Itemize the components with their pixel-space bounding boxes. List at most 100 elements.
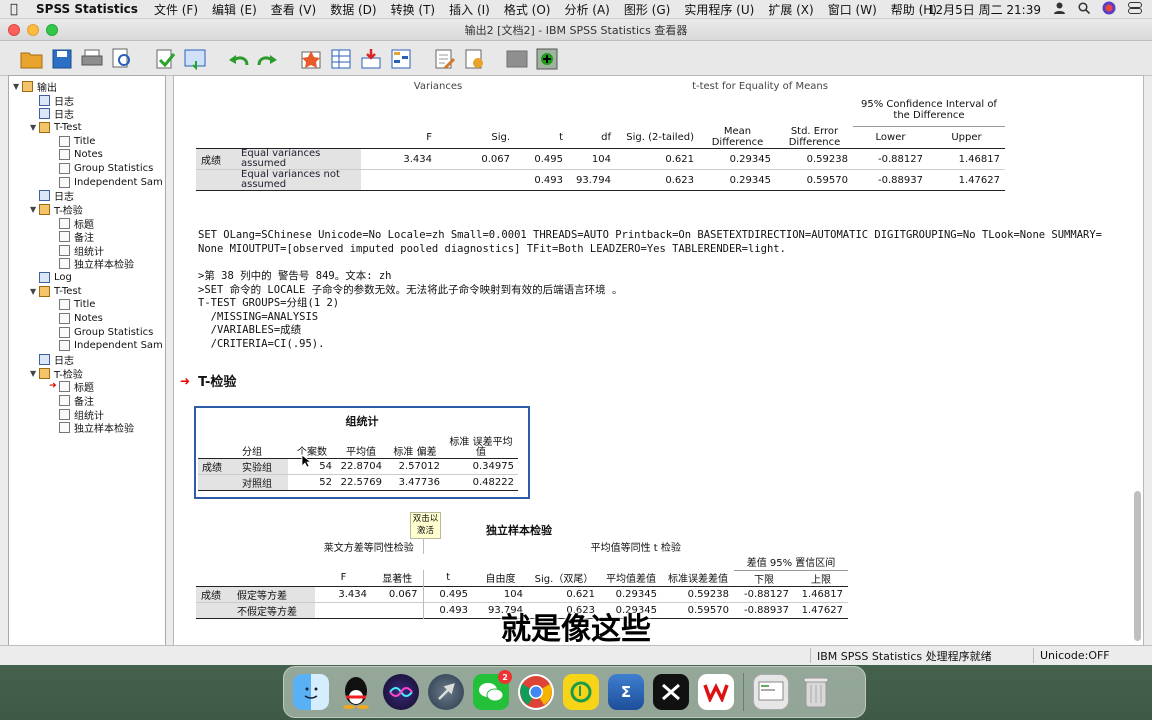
table-cell: 3.47736 — [398, 476, 440, 488]
outline-item[interactable]: ▼ T-检验 — [30, 203, 83, 217]
table-row: Equal variances not assumed 0.493 93.794… — [196, 169, 1005, 191]
insert-variable-icon[interactable] — [357, 45, 384, 72]
outline-item[interactable]: ▼ T-Test — [30, 121, 82, 134]
disclosure-triangle-icon[interactable]: ▼ — [30, 205, 39, 214]
menu-format[interactable]: 格式 (O) — [504, 1, 551, 18]
qq-icon[interactable] — [338, 674, 374, 710]
outline-item[interactable]: 标题 — [59, 380, 94, 394]
group-col-sd: 标准 偏差 — [393, 446, 437, 458]
outline-item[interactable]: ▼ T-Test — [30, 285, 82, 298]
menu-insert[interactable]: 插入 (I) — [449, 1, 490, 18]
menu-data[interactable]: 数据 (D) — [330, 1, 376, 18]
outline-item[interactable]: 日志 — [30, 107, 74, 121]
disclosure-triangle-icon[interactable]: ▼ — [30, 123, 39, 132]
minimize-window-button[interactable] — [27, 24, 39, 36]
menu-transform[interactable]: 转换 (T) — [391, 1, 436, 18]
launchpad-icon[interactable] — [428, 674, 464, 710]
capcut-icon[interactable] — [653, 674, 689, 710]
search-icon[interactable] — [1078, 1, 1091, 17]
goto-output-icon[interactable] — [297, 45, 324, 72]
trash-icon[interactable] — [798, 674, 834, 710]
music-app-icon[interactable] — [563, 674, 599, 710]
outline-item[interactable]: Independent Sam — [59, 339, 163, 352]
variables-icon[interactable] — [387, 45, 414, 72]
outline-item[interactable]: Title — [59, 135, 95, 148]
recent-document-icon[interactable] — [753, 674, 789, 710]
control-center-icon[interactable] — [1128, 1, 1142, 17]
outline-item[interactable]: 日志 — [30, 353, 74, 367]
redo-icon[interactable] — [254, 45, 281, 72]
finder-icon[interactable] — [293, 674, 329, 710]
data-editor-icon[interactable] — [181, 45, 208, 72]
independent-samples-test-table[interactable]: 莱文方差等同性检验 平均值等同性 t 检验 差值 95% 置信区间 F 显著性 … — [196, 538, 848, 619]
menu-file[interactable]: 文件 (F) — [154, 1, 198, 18]
open-folder-icon[interactable] — [18, 45, 45, 72]
spss-app-icon[interactable]: Σ — [608, 674, 644, 710]
outline-item[interactable]: ▼ T-检验 — [30, 367, 83, 381]
doc-icon — [59, 135, 70, 147]
output-pane[interactable]: Variances t-test for Equality of Means 9… — [173, 75, 1144, 659]
print-icon[interactable] — [78, 45, 105, 72]
outline-item[interactable]: 备注 — [59, 230, 94, 244]
menu-graphs[interactable]: 图形 (G) — [624, 1, 670, 18]
wps-office-icon[interactable] — [698, 674, 734, 710]
outline-item[interactable]: ▼ 输出 — [13, 80, 57, 94]
title-bar[interactable]: 输出2 [文档2] - IBM SPSS Statistics 查看器 — [0, 19, 1152, 41]
close-window-button[interactable] — [8, 24, 20, 36]
outline-item[interactable]: 标题 — [59, 217, 94, 231]
independent-samples-test-table-en[interactable]: Variances t-test for Equality of Means 9… — [196, 80, 1005, 191]
outline-item[interactable]: 备注 — [59, 394, 94, 408]
log-missing-subcommand: /MISSING=ANALYSIS — [198, 311, 319, 323]
menu-extensions[interactable]: 扩展 (X) — [768, 1, 813, 18]
export-icon[interactable] — [151, 45, 178, 72]
siri-icon[interactable] — [1102, 1, 1116, 18]
output-vertical-scrollbar[interactable] — [1134, 491, 1141, 641]
wechat-icon[interactable]: 2 — [473, 670, 512, 710]
outline-item[interactable]: 独立样本检验 — [59, 257, 134, 271]
outline-item[interactable]: Independent Sam — [59, 176, 163, 189]
app-name[interactable]: SPSS Statistics — [36, 2, 138, 16]
doc-icon — [59, 394, 70, 406]
add-item-icon[interactable] — [533, 45, 560, 72]
outline-item[interactable]: 日志 — [30, 189, 74, 203]
run-script-icon[interactable] — [460, 45, 487, 72]
outline-item[interactable]: Group Statistics — [59, 162, 153, 175]
outline-item[interactable]: Notes — [59, 148, 103, 161]
outline-item[interactable]: 日志 — [30, 94, 74, 108]
disclosure-triangle-icon[interactable]: ▼ — [30, 369, 39, 378]
save-icon[interactable] — [48, 45, 75, 72]
apple-icon[interactable]:  — [10, 2, 36, 17]
menu-analyze[interactable]: 分析 (A) — [564, 1, 609, 18]
ttest-heading-text: T-检验 — [198, 375, 237, 390]
user-icon[interactable] — [1053, 2, 1066, 17]
ttest-heading[interactable]: ➜ T-检验 — [180, 371, 237, 391]
menu-utilities[interactable]: 实用程序 (U) — [684, 1, 754, 18]
outline-item[interactable]: 独立样本检验 — [59, 421, 134, 435]
edit-syntax-icon[interactable] — [430, 45, 457, 72]
outline-item[interactable]: 组统计 — [59, 408, 104, 422]
group-statistics-table[interactable]: 组统计 分组 个案数 平均值 标准 偏差 标准 误差平均值 成绩 实验组 54 … — [194, 406, 530, 499]
outline-item[interactable]: Group Statistics — [59, 326, 153, 339]
outline-pane[interactable]: ▼ 输出 日志 日志 ▼ T-Test Title Notes Group Statistics… — [8, 75, 166, 659]
clock[interactable]: 12月5日 周二 21:39 — [928, 1, 1041, 18]
goto-case-icon[interactable] — [327, 45, 354, 72]
chrome-icon[interactable] — [518, 674, 554, 710]
book-icon — [39, 367, 50, 379]
table1-row-label: Equal variances assumed — [236, 148, 361, 170]
outline-item[interactable]: Notes — [59, 312, 103, 325]
disclosure-triangle-icon[interactable]: ▼ — [30, 287, 39, 296]
undo-icon[interactable] — [224, 45, 251, 72]
outline-item-label: Title — [74, 135, 96, 147]
zoom-window-button[interactable] — [46, 24, 58, 36]
outline-item[interactable]: Title — [59, 298, 95, 311]
print-preview-icon[interactable] — [108, 45, 135, 72]
outline-item[interactable]: Log — [30, 271, 72, 284]
siri-app-icon[interactable] — [383, 674, 419, 710]
menu-edit[interactable]: 编辑 (E) — [212, 1, 257, 18]
disclosure-triangle-icon[interactable]: ▼ — [13, 82, 22, 91]
menu-window[interactable]: 窗口 (W) — [828, 1, 877, 18]
table1-col-se-diff: Std. Error Difference — [788, 126, 841, 148]
table1-col-sig2: Sig. (2-tailed) — [626, 131, 694, 143]
menu-view[interactable]: 查看 (V) — [271, 1, 316, 18]
outline-item[interactable]: 组统计 — [59, 244, 104, 258]
